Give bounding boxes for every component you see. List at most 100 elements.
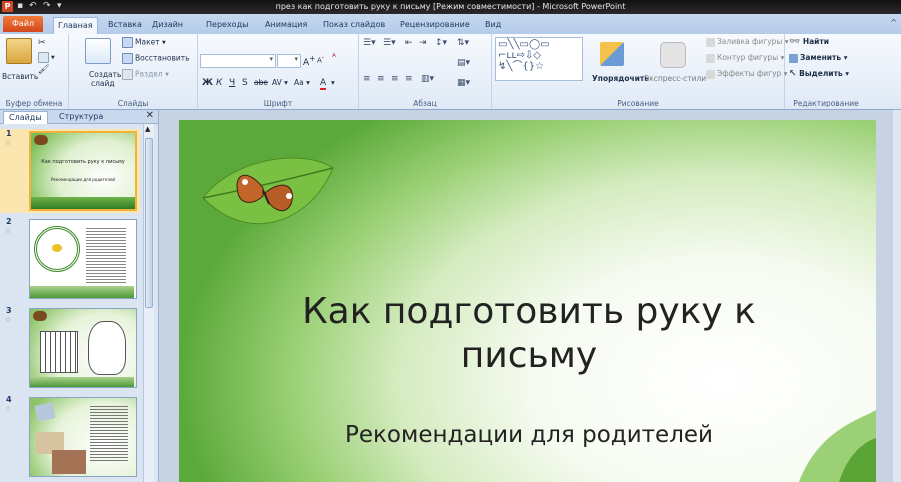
effects-icon	[706, 69, 715, 79]
shape-effects-button[interactable]: Эффекты фигур ▾	[706, 69, 787, 79]
group-font: ▾ ▾ A+ A- ᴬ Ж К Ч S abe AV ▾ Aa ▾ A ▾ Шр…	[198, 34, 359, 109]
section-button[interactable]: Раздел ▾	[122, 69, 169, 80]
shadow-button[interactable]: S	[242, 78, 248, 88]
group-label-slides: Слайды	[117, 99, 149, 108]
cut-icon[interactable]: ✂	[38, 38, 46, 48]
scroll-up-icon[interactable]: ▲	[145, 125, 150, 133]
tab-slideshow[interactable]: Показ слайдов	[319, 17, 389, 33]
section-icon	[122, 69, 133, 80]
binoculars-icon: 👓	[789, 37, 801, 47]
new-slide-icon[interactable]	[85, 38, 111, 64]
pane-tabs: Слайды Структура ✕	[0, 110, 158, 124]
justify-icon[interactable]: ≡	[405, 74, 413, 84]
quick-styles-button[interactable]: Экспресс-стили	[644, 74, 706, 83]
align-right-icon[interactable]: ≡	[391, 74, 399, 84]
outline-icon	[706, 53, 715, 63]
new-slide-button[interactable]: Создать	[89, 70, 121, 79]
columns-icon[interactable]: ▥▾	[421, 74, 434, 84]
tab-insert[interactable]: Вставка	[104, 17, 146, 33]
copy-icon[interactable]: ▾	[38, 52, 55, 63]
smartart-icon[interactable]: ▦▾	[457, 78, 470, 88]
ribbon-minimize-icon[interactable]: ^	[890, 18, 897, 27]
shapes-gallery[interactable]: ▭╲╲▭◯▭ ⌐ʟʟ⇨⇩◇ ↯╲⌒{}☆	[495, 37, 583, 81]
tab-design[interactable]: Дизайн	[148, 17, 187, 33]
group-label-paragraph: Абзац	[413, 99, 437, 108]
font-family-select[interactable]: ▾	[200, 54, 276, 68]
slide-number: 1	[6, 129, 12, 138]
close-icon[interactable]: ✕	[146, 110, 154, 121]
paste-button[interactable]: Вставить	[2, 72, 38, 81]
current-slide[interactable]: Как подготовить руку к письму Рекомендац…	[179, 120, 876, 482]
group-label-drawing: Рисование	[617, 99, 659, 108]
scrollbar-knob[interactable]	[145, 138, 153, 308]
numbering-icon[interactable]: ☰▾	[383, 38, 396, 48]
char-spacing-button[interactable]: AV ▾	[272, 78, 288, 87]
animation-star-icon: ☆	[5, 227, 12, 235]
slide-thumbnail-1[interactable]: Как подготовить руку к письму Рекомендац…	[29, 131, 137, 211]
select-button[interactable]: ↖ Выделить ▾	[789, 69, 849, 79]
group-label-font: Шрифт	[263, 99, 293, 108]
tab-home[interactable]: Главная	[53, 17, 98, 35]
replace-button[interactable]: Заменить ▾	[789, 53, 848, 63]
animation-star-icon: ☆	[5, 139, 12, 147]
pane-scrollbar[interactable]: ▲	[143, 124, 154, 482]
arrange-icon[interactable]	[600, 42, 624, 66]
thumb-text-lines	[86, 226, 126, 284]
tab-slides[interactable]: Слайды	[3, 111, 48, 124]
align-center-icon[interactable]: ≡	[377, 74, 385, 84]
thumb-grass	[30, 377, 134, 387]
leaves-decoration	[799, 410, 876, 482]
tab-file[interactable]: Файл	[3, 16, 43, 32]
arrange-button[interactable]: Упорядочить	[592, 74, 649, 83]
decrease-indent-icon[interactable]: ⇤	[405, 38, 413, 48]
tab-review[interactable]: Рецензирование	[396, 17, 474, 33]
change-case-button[interactable]: Aa ▾	[294, 78, 310, 87]
slide-thumbnail-row-4[interactable]: 4 ☆	[0, 395, 140, 479]
italic-button[interactable]: К	[216, 78, 222, 88]
shrink-font-button[interactable]: A-	[317, 55, 324, 64]
bold-button[interactable]: Ж	[202, 78, 213, 88]
increase-indent-icon[interactable]: ⇥	[419, 38, 427, 48]
find-button[interactable]: 👓 Найти	[789, 37, 829, 47]
photo-icon	[34, 402, 56, 422]
align-text-icon[interactable]: ▤▾	[457, 58, 470, 68]
slide-thumbnail-4[interactable]	[29, 397, 137, 477]
paste-icon[interactable]	[6, 38, 32, 64]
tab-transitions[interactable]: Переходы	[202, 17, 252, 33]
group-clipboard: Вставить ✂ ▾ 🖌 Буфер обмена	[0, 34, 69, 109]
reset-icon	[122, 53, 133, 64]
shape-outline-button[interactable]: Контур фигуры ▾	[706, 53, 784, 63]
slide-subtitle[interactable]: Рекомендации для родителей	[269, 422, 789, 448]
group-editing: 👓 Найти Заменить ▾ ↖ Выделить ▾ Редактир…	[785, 34, 867, 109]
layout-button[interactable]: Макет ▾	[122, 37, 166, 48]
shape-fill-button[interactable]: Заливка фигуры ▾	[706, 37, 789, 47]
text-direction-icon[interactable]: ⇅▾	[457, 38, 469, 48]
font-color-dropdown-icon[interactable]: ▾	[331, 78, 335, 87]
align-left-icon[interactable]: ≡	[363, 74, 371, 84]
font-size-select[interactable]: ▾	[277, 54, 301, 68]
slide-thumbnail-3[interactable]	[29, 308, 137, 388]
replace-icon	[789, 53, 798, 63]
editor-scrollbar[interactable]	[893, 110, 901, 482]
quick-styles-icon[interactable]	[660, 42, 686, 68]
underline-button[interactable]: Ч	[229, 78, 235, 88]
tab-outline[interactable]: Структура	[54, 111, 108, 123]
thumb-text-lines	[90, 404, 128, 462]
tab-view[interactable]: Вид	[481, 17, 505, 33]
slide-thumbnail-row-3[interactable]: 3 ☆	[0, 306, 140, 390]
grow-font-button[interactable]: A+	[303, 54, 315, 68]
reset-button[interactable]: Восстановить	[122, 53, 190, 64]
font-color-button[interactable]: A	[320, 78, 327, 90]
tab-animation[interactable]: Анимация	[261, 17, 311, 33]
strikethrough-button[interactable]: abe	[254, 78, 268, 87]
frog-maze	[88, 321, 126, 375]
line-spacing-icon[interactable]: ↕▾	[435, 38, 447, 48]
clear-format-icon[interactable]: ᴬ	[332, 53, 336, 63]
slide-thumbnail-row-1[interactable]: 1 ☆ Как подготовить руку к письму Рекоме…	[0, 129, 140, 213]
new-slide-button-line2[interactable]: слайд	[91, 79, 115, 88]
format-painter-icon[interactable]: 🖌	[38, 65, 49, 75]
slide-thumbnail-row-2[interactable]: 2 ☆	[0, 217, 140, 301]
slide-title[interactable]: Как подготовить руку к письму	[269, 290, 789, 378]
bullets-icon[interactable]: ☰▾	[363, 38, 376, 48]
slide-thumbnail-2[interactable]	[29, 219, 137, 299]
